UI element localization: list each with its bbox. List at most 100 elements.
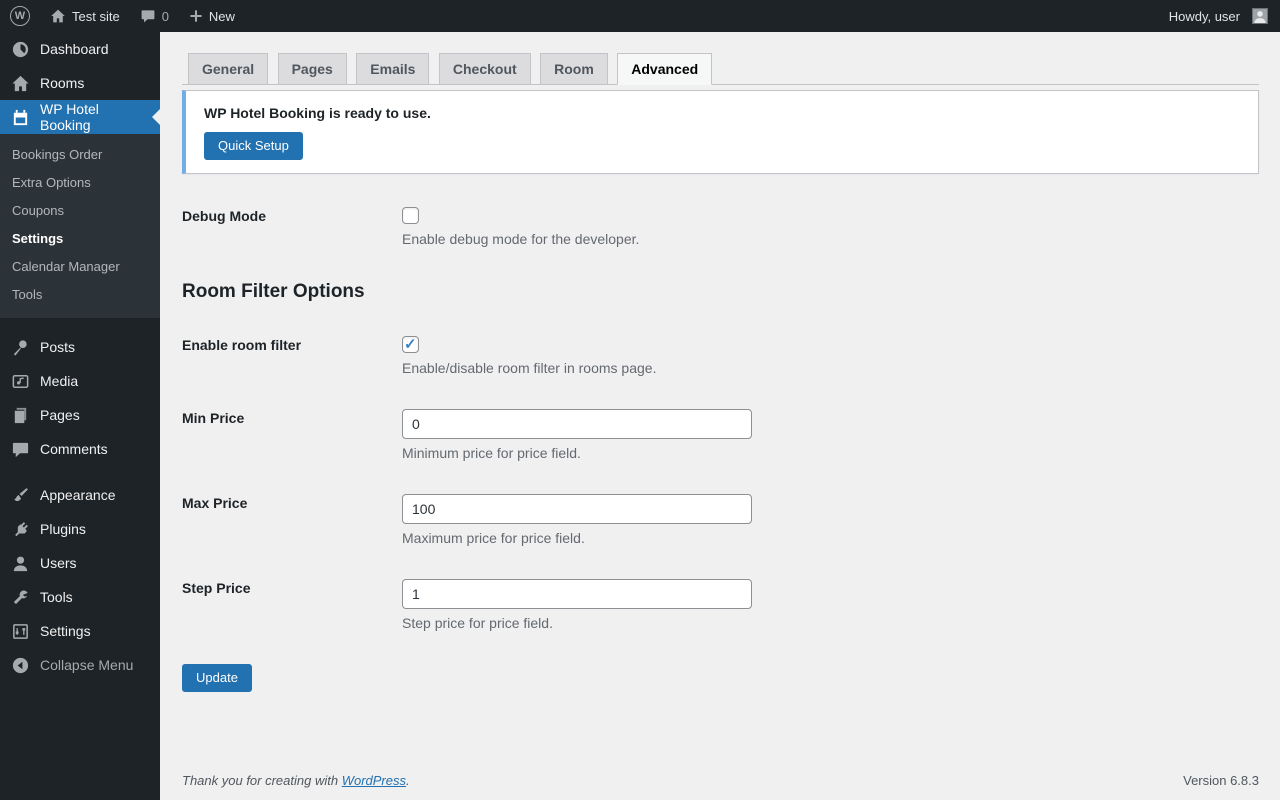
max-price-input[interactable] <box>402 494 752 524</box>
sidebar-item-label: Plugins <box>40 521 86 537</box>
new-label: New <box>208 8 235 24</box>
plug-icon <box>10 519 30 539</box>
user-avatar[interactable] <box>1252 8 1268 24</box>
wp-logo-menu[interactable]: W <box>0 0 40 32</box>
min-price-description: Minimum price for price field. <box>402 445 581 461</box>
submenu-item-bookings-order[interactable]: Bookings Order <box>0 141 160 169</box>
info-notice: WP Hotel Booking is ready to use. Quick … <box>182 90 1259 174</box>
sidebar-item-label: Dashboard <box>40 41 109 57</box>
enable-room-filter-label: Enable room filter <box>182 337 302 353</box>
settings-page: General Pages Emails Checkout Room Advan… <box>160 32 1280 800</box>
debug-mode-label: Debug Mode <box>182 208 266 224</box>
debug-mode-description: Enable debug mode for the developer. <box>402 231 640 247</box>
site-name-link[interactable]: Test site <box>40 0 130 32</box>
notice-message: WP Hotel Booking is ready to use. <box>204 105 431 121</box>
max-price-description: Maximum price for price field. <box>402 530 585 546</box>
wrench-icon <box>10 587 30 607</box>
wordpress-link[interactable]: WordPress <box>342 773 406 788</box>
enable-room-filter-row: Enable room filter Enable/disable room f… <box>182 335 1259 376</box>
tab-advanced[interactable]: Advanced <box>617 53 713 85</box>
max-price-row: Max Price Maximum price for price field. <box>182 494 1259 546</box>
min-price-label: Min Price <box>182 410 245 426</box>
pin-icon <box>10 337 30 357</box>
dashboard-icon <box>10 39 30 59</box>
howdy-label: Howdy, user <box>1168 8 1240 24</box>
version-text: Version 6.8.3 <box>1183 773 1259 788</box>
collapse-icon <box>10 655 30 675</box>
comment-bubble-icon <box>140 8 156 24</box>
user-icon <box>10 553 30 573</box>
calendar-icon <box>10 107 30 127</box>
step-price-row: Step Price Step price for price field. <box>182 579 1259 631</box>
sidebar-item-media[interactable]: Media <box>0 364 160 398</box>
update-button[interactable]: Update <box>182 664 252 692</box>
sidebar-item-posts[interactable]: Posts <box>0 330 160 364</box>
comments-count: 0 <box>161 8 169 24</box>
sidebar-item-label: Users <box>40 555 77 571</box>
sidebar-item-plugins[interactable]: Plugins <box>0 512 160 546</box>
tab-general[interactable]: General <box>188 53 269 85</box>
debug-mode-row: Debug Mode Enable debug mode for the dev… <box>182 207 1259 247</box>
site-name-label: Test site <box>72 8 120 24</box>
sidebar-item-label: Rooms <box>40 75 85 91</box>
sidebar-item-rooms[interactable]: Rooms <box>0 66 160 100</box>
sidebar-item-label: Collapse Menu <box>40 657 134 673</box>
comment-icon <box>10 439 30 459</box>
step-price-input[interactable] <box>402 579 752 609</box>
house-icon <box>10 73 30 93</box>
collapse-menu-button[interactable]: Collapse Menu <box>0 648 160 682</box>
sidebar-item-label: Media <box>40 373 79 389</box>
current-menu-arrow <box>152 109 160 125</box>
tab-room[interactable]: Room <box>540 53 608 85</box>
submenu-item-coupons[interactable]: Coupons <box>0 197 160 225</box>
enable-room-filter-checkbox[interactable] <box>402 335 419 353</box>
sidebar-item-label: Pages <box>40 407 80 423</box>
footer-thanks-text: Thank you for creating with WordPress. <box>182 773 410 788</box>
new-content-menu[interactable]: New <box>179 0 245 32</box>
sidebar-item-comments[interactable]: Comments <box>0 432 160 466</box>
comments-shortcut[interactable]: 0 <box>130 0 179 32</box>
admin-footer: Thank you for creating with WordPress. V… <box>182 773 1259 788</box>
submenu-item-extra-options[interactable]: Extra Options <box>0 169 160 197</box>
wordpress-admin-screen: W Test site 0 New Howdy, user Dashboard … <box>0 0 1280 800</box>
brush-icon <box>10 485 30 505</box>
pages-icon <box>10 405 30 425</box>
max-price-label: Max Price <box>182 495 248 511</box>
submenu-item-tools[interactable]: Tools <box>0 281 160 309</box>
footer-thanks-suffix: . <box>406 773 410 788</box>
sidebar-item-label: WP Hotel Booking <box>40 101 99 133</box>
submenu-item-calendar-manager[interactable]: Calendar Manager <box>0 253 160 281</box>
sidebar-item-appearance[interactable]: Appearance <box>0 478 160 512</box>
sidebar-item-label: Posts <box>40 339 76 355</box>
howdy-user-menu[interactable]: Howdy, user <box>1169 0 1244 32</box>
sidebar-item-settings[interactable]: Settings <box>0 614 160 648</box>
hotel-booking-submenu: Bookings Order Extra Options Coupons Set… <box>0 134 160 318</box>
sidebar-item-label: Comments <box>40 441 108 457</box>
settings-tab-bar: General Pages Emails Checkout Room Advan… <box>182 53 1259 85</box>
step-price-label: Step Price <box>182 580 251 596</box>
tab-pages[interactable]: Pages <box>277 53 347 85</box>
sidebar-item-users[interactable]: Users <box>0 546 160 580</box>
min-price-input[interactable] <box>402 409 752 439</box>
menu-separator <box>0 466 160 478</box>
sidebar-item-label: Tools <box>40 589 73 605</box>
wordpress-logo-icon: W <box>10 6 30 26</box>
footer-thanks-prefix: Thank you for creating with <box>182 773 342 788</box>
plus-icon <box>189 9 203 23</box>
tab-checkout[interactable]: Checkout <box>438 53 531 85</box>
submenu-item-settings[interactable]: Settings <box>0 225 160 253</box>
sidebar-item-wp-hotel-booking[interactable]: WP Hotel Booking <box>0 100 160 134</box>
enable-room-filter-description: Enable/disable room filter in rooms page… <box>402 360 657 376</box>
home-icon <box>50 8 66 24</box>
media-icon <box>10 371 30 391</box>
sidebar-item-label: Settings <box>40 623 91 639</box>
room-filter-options-heading: Room Filter Options <box>182 281 365 302</box>
debug-mode-checkbox[interactable] <box>402 207 419 224</box>
sidebar-item-dashboard[interactable]: Dashboard <box>0 32 160 66</box>
admin-sidebar: Dashboard Rooms WP Hotel Booking Booking… <box>0 32 160 800</box>
sliders-icon <box>10 621 30 641</box>
sidebar-item-pages[interactable]: Pages <box>0 398 160 432</box>
tab-emails[interactable]: Emails <box>356 53 430 85</box>
quick-setup-button[interactable]: Quick Setup <box>204 132 303 160</box>
sidebar-item-tools[interactable]: Tools <box>0 580 160 614</box>
